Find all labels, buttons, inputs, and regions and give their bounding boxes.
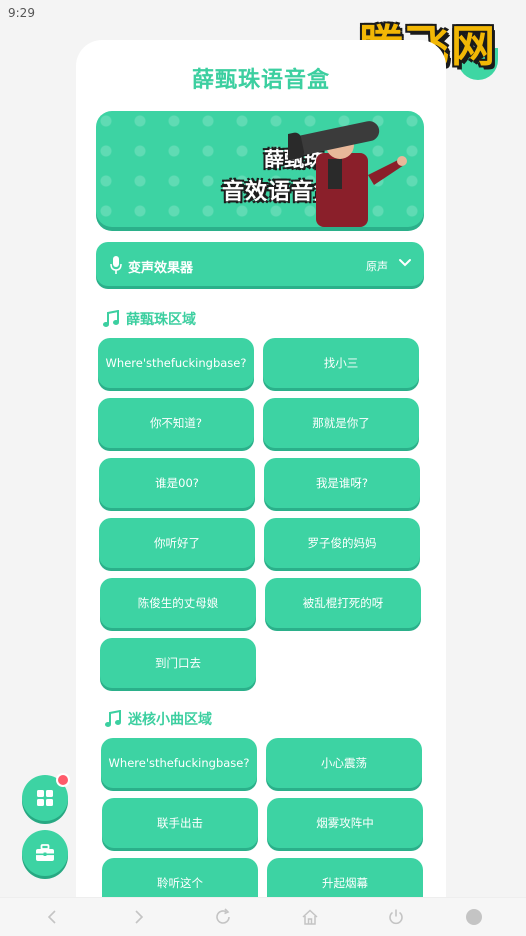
voice-effect-label: 变声效果器 [128, 261, 194, 276]
chevron-down-icon [399, 259, 411, 267]
system-nav-bar [0, 897, 526, 936]
sound-button[interactable]: Where'sthefuckingbase? [98, 338, 254, 388]
home-icon[interactable] [301, 908, 319, 926]
back-icon[interactable] [44, 908, 62, 926]
sound-button[interactable]: 你不知道? [98, 398, 254, 448]
sound-button[interactable]: 烟雾攻阵中 [267, 798, 423, 848]
voice-effect-value: 原声 [366, 260, 388, 273]
section-title-label: 薛甄珠区域 [126, 312, 196, 328]
sound-button[interactable]: 你听好了 [99, 518, 255, 568]
music-note-icon [105, 710, 121, 727]
sound-button[interactable]: 陈俊生的丈母娘 [100, 578, 256, 628]
sound-button[interactable]: 找小三 [263, 338, 419, 388]
toolbox-button[interactable] [22, 830, 68, 876]
power-icon[interactable] [387, 908, 405, 926]
notification-badge [56, 773, 70, 787]
sound-button[interactable]: 小心震荡 [266, 738, 422, 788]
section-title-label: 迷核小曲区域 [128, 712, 212, 728]
voice-effect-selector[interactable]: 变声效果器 原声 [96, 242, 424, 286]
sound-button[interactable]: 联手出击 [102, 798, 258, 848]
sound-button[interactable]: 被乱棍打死的呀 [265, 578, 421, 628]
sound-button[interactable]: 那就是你了 [263, 398, 419, 448]
banner-figure-image [288, 121, 407, 227]
sound-button[interactable]: 到门口去 [100, 638, 256, 688]
circle-icon[interactable] [465, 908, 483, 926]
sound-button[interactable]: 谁是00? [99, 458, 255, 508]
mic-icon [110, 256, 122, 274]
sound-button[interactable]: Where'sthefuckingbase? [101, 738, 257, 788]
toolbox-icon [36, 844, 54, 861]
page-title: 薛甄珠语音盒 [191, 68, 330, 93]
section-title-mihe: 迷核小曲区域 [104, 709, 212, 729]
grid-icon [37, 790, 53, 806]
section-title-xuezhenzhu: 薛甄珠区域 [102, 309, 196, 329]
forward-icon[interactable] [129, 908, 147, 926]
sound-button[interactable]: 罗子俊的妈妈 [264, 518, 420, 568]
sound-button[interactable]: 我是谁呀? [264, 458, 420, 508]
banner: 薛甄珠 音效语音盒子 [96, 111, 424, 227]
refresh-icon[interactable] [214, 908, 232, 926]
status-time: 9:29 [8, 6, 35, 20]
music-note-icon [103, 310, 119, 327]
